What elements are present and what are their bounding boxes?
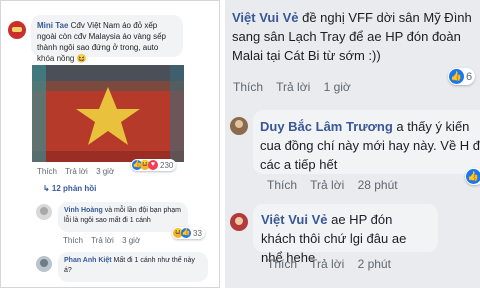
comment-actions: Thích Trả lời 1 giờ [233,80,361,94]
like-link[interactable]: Thích [267,257,297,271]
comment-actions: Thích Trả lời 3 giờ [37,167,120,176]
reply-link[interactable]: Trả lời [310,257,344,271]
reaction-summary[interactable]: 😆 👍 33 [172,227,205,239]
reply-link[interactable]: Trả lời [65,167,88,176]
reaction-summary[interactable]: 👍 6 [448,68,476,85]
comment-bubble: Mini Tae Cđv Việt Nam áo đỏ xếp ngoài cò… [31,15,183,63]
reply-bubble: Vinh Hoàng và mỗi lần đội bạn phạm lỗi l… [58,202,188,232]
love-reaction-icon: ♥ [148,160,158,170]
reaction-summary[interactable]: 👍 😆 ♥ 230 [131,159,177,171]
reply-link[interactable]: Trả lời [91,236,114,245]
reply-bubble: Duy Bắc Lâm Trương a thấy ý kiến cua đồn… [253,110,480,174]
reaction-count: 230 [160,160,174,170]
reaction-count: 6 [466,70,473,83]
comment-author[interactable]: Vinh Hoàng [64,207,103,214]
reaction-summary[interactable]: 👍 [465,168,480,185]
stadium-photo[interactable] [32,65,184,162]
reply-bubble: Phan Anh Kiệt Mất đi 1 cánh như thế này … [58,252,208,282]
comment-text-block: Việt Vui Vẻ đề nghị VFF dời sân Mỹ Đình … [232,8,476,65]
comment-author[interactable]: Phan Anh Kiệt [64,257,112,264]
comment-actions: Thích Trả lời 28 phút [267,178,408,192]
like-link[interactable]: Thích [63,236,83,245]
like-link[interactable]: Thích [267,178,297,192]
like-reaction-icon: 👍 [181,228,191,238]
comment-author[interactable]: Duy Bắc Lâm Trương [260,119,393,134]
reply-link[interactable]: Trả lời [310,178,344,192]
timestamp[interactable]: 28 phút [358,178,398,192]
comment-author[interactable]: Mini Tae [37,21,68,30]
like-link[interactable]: Thích [233,80,263,94]
right-comment-panel: Việt Vui Vẻ đề nghị VFF dời sân Mỹ Đình … [225,0,480,288]
view-replies-link[interactable]: ↳ 12 phản hồi [43,184,96,193]
avatar[interactable] [36,256,52,272]
timestamp[interactable]: 1 giờ [324,80,351,94]
avatar[interactable] [36,204,52,220]
avatar[interactable] [230,117,248,135]
comment-actions: Thích Trả lời 3 giờ [63,236,146,245]
reply-bubble: Việt Vui Vẻ ae HP đón khách thôi chứ lgi… [253,204,438,265]
comment-actions: Thích Trả lời 2 phút [267,257,401,271]
timestamp[interactable]: 3 giờ [96,167,114,176]
comment-author[interactable]: Việt Vui Vẻ [261,212,327,227]
timestamp[interactable]: 2 phút [358,257,391,271]
laughing-emoji-icon: 😆 [76,54,87,63]
timestamp[interactable]: 3 giờ [122,236,140,245]
reaction-count: 33 [193,228,202,238]
avatar[interactable] [8,21,26,39]
reply-link[interactable]: Trả lời [276,80,310,94]
comment-author[interactable]: Việt Vui Vẻ [232,10,298,25]
avatar[interactable] [230,213,248,231]
like-reaction-icon: 👍 [466,169,480,184]
like-link[interactable]: Thích [37,167,57,176]
left-comment-panel: Mini Tae Cđv Việt Nam áo đỏ xếp ngoài cò… [0,0,220,288]
like-reaction-icon: 👍 [449,69,464,84]
